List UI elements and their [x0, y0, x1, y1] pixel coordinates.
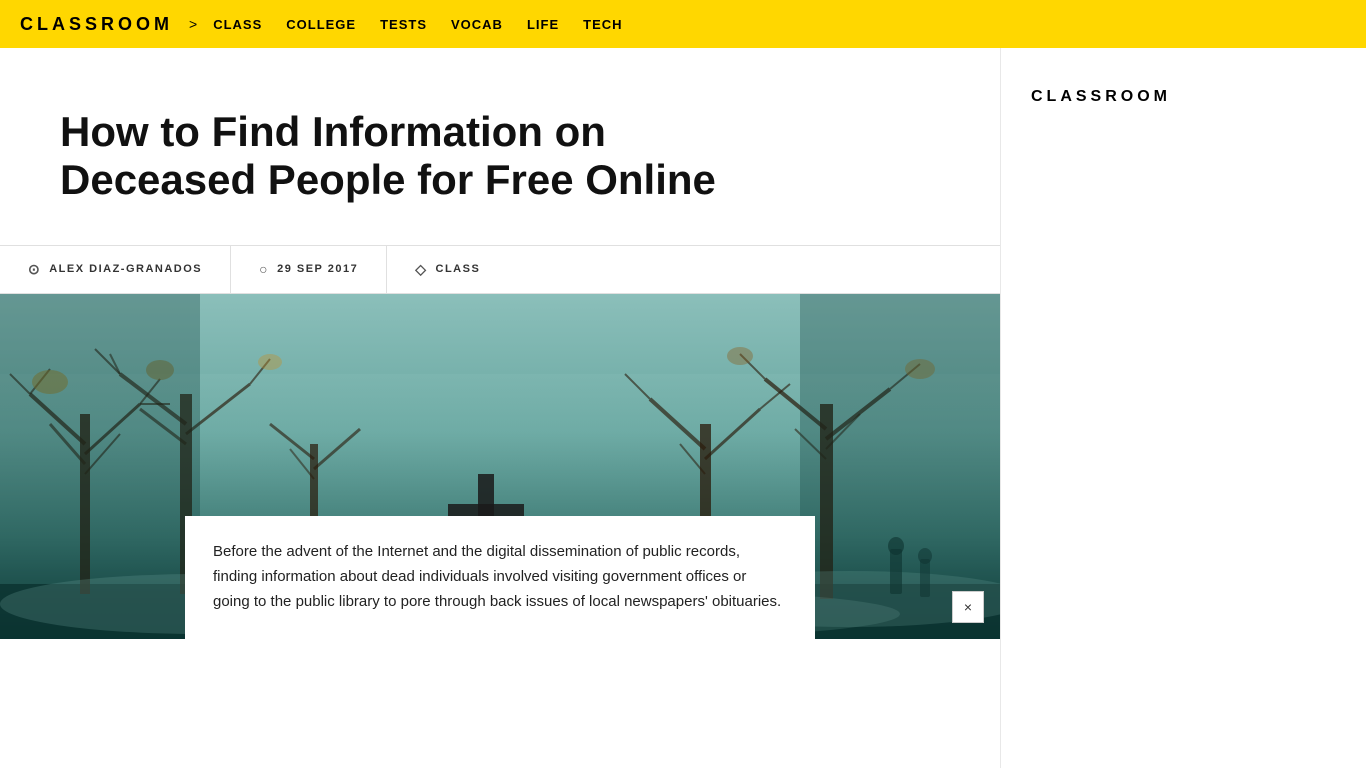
article-header: How to Find Information on Deceased Peop…: [0, 48, 1000, 246]
meta-category: ◇ CLASS: [387, 246, 508, 293]
tag-icon: ◇: [415, 261, 427, 278]
breadcrumb-arrow: >: [189, 16, 197, 32]
content-area: How to Find Information on Deceased Peop…: [0, 48, 1000, 768]
author-name: ALEX DIAZ-GRANADOS: [49, 263, 202, 275]
meta-author: ⊙ ALEX DIAZ-GRANADOS: [0, 246, 231, 293]
main-layout: How to Find Information on Deceased Peop…: [0, 48, 1366, 768]
meta-date: ○ 29 SEP 2017: [231, 246, 387, 293]
sidebar: CLASSROOM: [1000, 48, 1366, 768]
hero-container: Before the advent of the Internet and th…: [0, 294, 1000, 639]
site-header: CLASSROOM > CLASS COLLEGE TESTS VOCAB LI…: [0, 0, 1366, 48]
nav-item-class[interactable]: CLASS: [213, 17, 262, 32]
nav-item-life[interactable]: LIFE: [527, 17, 559, 32]
category-label: CLASS: [436, 263, 481, 275]
nav-item-tech[interactable]: TECH: [583, 17, 622, 32]
publish-date: 29 SEP 2017: [277, 263, 358, 275]
nav-item-college[interactable]: COLLEGE: [286, 17, 356, 32]
article-excerpt: Before the advent of the Internet and th…: [213, 540, 787, 614]
main-nav: CLASS COLLEGE TESTS VOCAB LIFE TECH: [213, 17, 622, 32]
clock-icon: ○: [259, 261, 269, 277]
nav-item-tests[interactable]: TESTS: [380, 17, 427, 32]
article-excerpt-box: Before the advent of the Internet and th…: [185, 516, 815, 638]
close-button[interactable]: ×: [952, 591, 984, 623]
meta-bar: ⊙ ALEX DIAZ-GRANADOS ○ 29 SEP 2017 ◇ CLA…: [0, 246, 1000, 294]
nav-item-vocab[interactable]: VOCAB: [451, 17, 503, 32]
author-icon: ⊙: [28, 261, 41, 278]
header-logo[interactable]: CLASSROOM: [20, 14, 173, 35]
hero-image: Before the advent of the Internet and th…: [0, 294, 1000, 639]
article-title: How to Find Information on Deceased Peop…: [60, 108, 780, 205]
sidebar-logo: CLASSROOM: [1031, 88, 1171, 105]
